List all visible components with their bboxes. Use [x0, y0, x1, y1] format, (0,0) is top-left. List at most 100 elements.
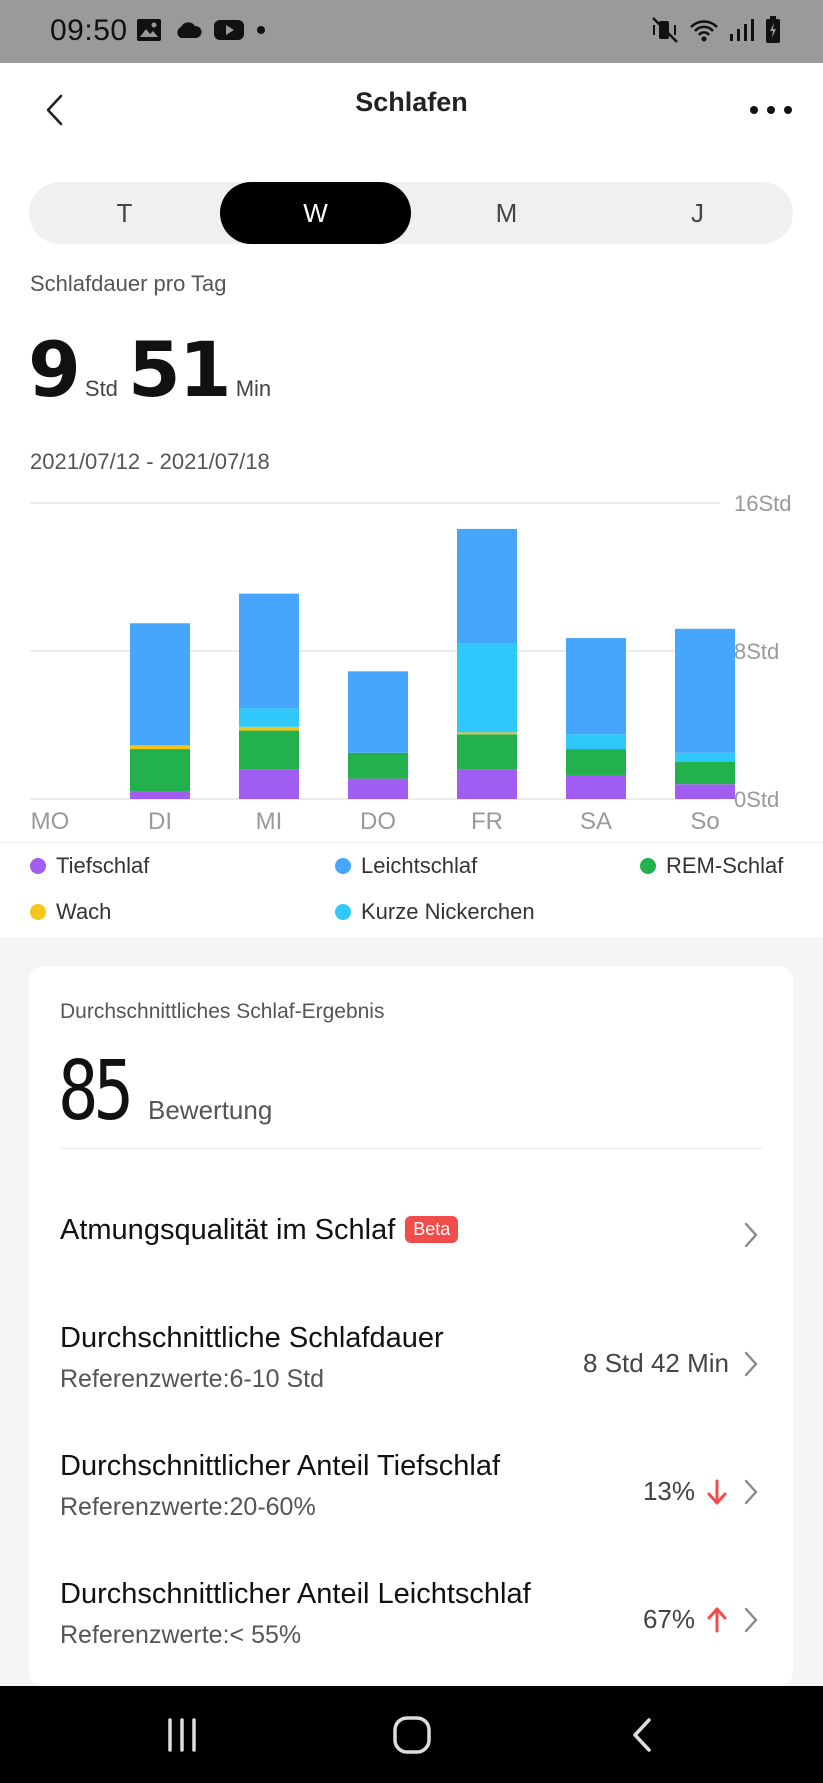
status-right-icons — [651, 16, 781, 44]
legend-label: Wach — [56, 899, 112, 924]
battery-icon — [765, 16, 781, 44]
chart-svg: 16Std 8Std 0Std MO DI MI DO FR SA So — [30, 491, 792, 835]
row-value: 8 Std 42 Min — [583, 1348, 729, 1378]
system-nav-bar — [0, 1686, 823, 1783]
more-dots-icon — [750, 106, 792, 114]
bar-segment-tiefschlaf — [566, 774, 626, 799]
legend-dot — [30, 858, 46, 874]
period-segmented-control: T W M J — [29, 182, 793, 244]
row-breathing-quality[interactable]: Atmungsqualität im Schlaf Beta — [60, 1214, 763, 1274]
score-number: 85 — [58, 1044, 134, 1139]
recents-button[interactable] — [152, 1710, 212, 1760]
bar-segment-leichtschlaf — [239, 593, 299, 709]
row-avg-sleep-duration[interactable]: Durchschnittliche Schlafdauer Referenzwe… — [60, 1322, 763, 1412]
legend-label: Kurze Nickerchen — [361, 899, 535, 924]
legend-item-rem: REM-Schlaf — [640, 853, 783, 879]
bar-segment-leichtschlaf — [348, 671, 408, 753]
bar-segment-rem-schlaf — [130, 749, 190, 792]
row-title: Atmungsqualität im Schlaf Beta — [60, 1214, 763, 1247]
duration-minutes-unit: Min — [235, 376, 272, 401]
cloud-icon — [174, 20, 202, 40]
bar-segment-leichtschlaf — [457, 528, 517, 644]
sleep-score-card: Durchschnittliches Schlaf-Ergebnis 85 Be… — [29, 966, 793, 1686]
row-avg-deep-sleep[interactable]: Durchschnittlicher Anteil Tiefschlaf Ref… — [60, 1450, 763, 1540]
dot-icon — [256, 25, 266, 35]
row-avg-light-sleep[interactable]: Durchschnittlicher Anteil Leichtschlaf R… — [60, 1578, 763, 1668]
legend-item-wach: Wach — [30, 899, 111, 925]
y-tick-label: 0Std — [734, 787, 779, 812]
segment-day[interactable]: T — [29, 182, 220, 244]
home-button[interactable] — [382, 1710, 442, 1760]
legend-item-leichtschlaf: Leichtschlaf — [335, 853, 477, 879]
chevron-right-icon — [739, 1477, 763, 1507]
sleep-screen: Schlafen T W M J Schlafdauer pro Tag 9 S… — [0, 63, 823, 937]
legend-dot — [335, 904, 351, 920]
bar-segment-tiefschlaf — [348, 778, 408, 799]
x-tick-label: SA — [580, 808, 612, 835]
bar-segment-leichtschlaf — [566, 638, 626, 735]
segment-month[interactable]: M — [411, 182, 602, 244]
row-right: 67% — [643, 1604, 763, 1635]
image-icon — [136, 18, 162, 42]
legend-dot — [30, 904, 46, 920]
y-tick-label: 16Std — [734, 491, 792, 516]
wifi-icon — [689, 17, 719, 43]
bar-segment-kurze-nickerchen — [457, 643, 517, 733]
score-unit: Bewertung — [148, 1095, 273, 1125]
y-tick-label: 8Std — [734, 639, 779, 664]
date-range: 2021/07/12 - 2021/07/18 — [30, 449, 270, 474]
bar-segment-leichtschlaf — [675, 628, 735, 753]
bar-segment-rem-schlaf — [348, 752, 408, 779]
x-tick-label: So — [690, 808, 719, 835]
bar-segment-tiefschlaf — [457, 769, 517, 799]
row-value: 67% — [642, 1604, 695, 1634]
chevron-right-icon — [739, 1220, 763, 1250]
legend-label: Tiefschlaf — [56, 853, 150, 878]
recents-icon — [168, 1718, 196, 1752]
signal-icon — [729, 18, 755, 42]
back-nav-button[interactable] — [612, 1710, 672, 1760]
status-left-icons — [136, 18, 266, 42]
chevron-right-icon — [739, 1605, 763, 1635]
bar-segment-kurze-nickerchen — [239, 708, 299, 727]
status-time: 09:50 — [50, 14, 128, 47]
sleep-duration-label: Schlafdauer pro Tag — [30, 271, 227, 296]
row-right: 8 Std 42 Min — [583, 1348, 763, 1379]
row-right: 13% — [643, 1476, 763, 1507]
card-divider — [60, 1148, 763, 1149]
bar-segment-wach — [457, 732, 517, 735]
segment-week[interactable]: W — [220, 182, 411, 244]
legend-item-tiefschlaf: Tiefschlaf — [30, 853, 149, 879]
bar-segment-rem-schlaf — [675, 762, 735, 785]
segment-year[interactable]: J — [602, 182, 793, 244]
x-tick-label: FR — [471, 808, 503, 835]
more-options-button[interactable] — [741, 87, 801, 133]
bar-segment-leichtschlaf — [130, 623, 190, 746]
bar-segment-wach — [239, 726, 299, 731]
duration-hours: 9 — [28, 325, 81, 414]
score-label: Durchschnittliches Schlaf-Ergebnis — [60, 1000, 385, 1023]
legend-divider — [0, 842, 823, 843]
arrow-down-icon — [705, 1477, 729, 1507]
app-header: Schlafen — [0, 63, 823, 153]
bar-segment-rem-schlaf — [566, 749, 626, 775]
chevron-right-icon — [739, 1349, 763, 1379]
row-right — [739, 1220, 763, 1250]
chart-legend: Tiefschlaf Leichtschlaf REM-Schlaf Wach … — [0, 853, 823, 943]
bar-segment-rem-schlaf — [457, 734, 517, 770]
duration-minutes: 51 — [127, 325, 232, 414]
x-tick-label: DO — [360, 808, 396, 835]
legend-item-nickerchen: Kurze Nickerchen — [335, 899, 535, 925]
youtube-icon — [214, 19, 244, 41]
x-tick-label: MO — [31, 808, 70, 835]
bar-segment-rem-schlaf — [239, 730, 299, 770]
legend-dot — [640, 858, 656, 874]
row-title-text: Atmungsqualität im Schlaf — [60, 1214, 396, 1246]
bar-segment-tiefschlaf — [675, 784, 735, 799]
arrow-up-icon — [705, 1605, 729, 1635]
mute-vibrate-icon — [651, 16, 679, 44]
legend-dot — [335, 858, 351, 874]
home-icon — [393, 1716, 431, 1754]
score-value: 85 Bewertung — [58, 1044, 272, 1139]
duration-hours-unit: Std — [84, 376, 118, 401]
